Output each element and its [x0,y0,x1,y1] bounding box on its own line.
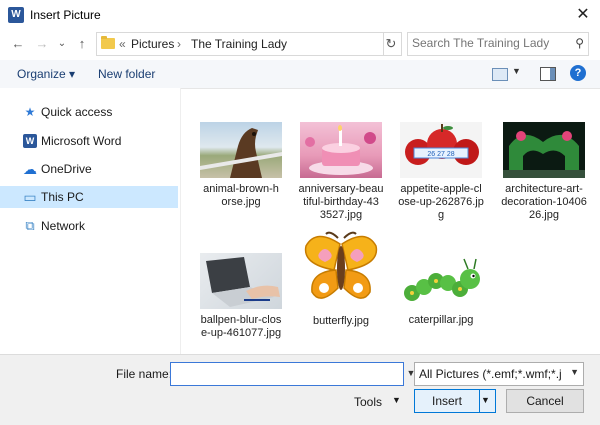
close-button[interactable]: ✕ [566,0,600,30]
address-bar[interactable]: « Pictures › The Training Lady [96,32,384,56]
search-box[interactable]: ⚲ [407,32,589,56]
preview-pane-icon[interactable] [540,67,556,81]
thumbnail-caterpillar [400,253,482,309]
file-name: appetite-apple-cl ose-up-262876.jp g [398,183,484,221]
folder-icon [101,36,115,49]
sidebar-item-quick-access[interactable]: ★ Quick access [0,101,178,123]
breadcrumb-current[interactable]: The Training Lady [191,37,287,51]
file-name: ballpen-blur-clos e-up-461077.jpg [200,314,282,339]
organize-button[interactable]: Organize ▾ [17,67,75,81]
search-input[interactable] [412,36,562,50]
cancel-button[interactable]: Cancel [506,389,584,413]
forward-icon[interactable]: → [34,36,50,52]
file-name: anniversary-beau tiful-birthday-43 3527.jp… [298,183,384,221]
help-icon[interactable]: ? [570,65,586,81]
file-name: butterfly.jpg [312,315,370,327]
thumbnail-birthday-cake [300,122,382,178]
file-name: caterpillar.jpg [408,314,474,326]
word-icon: W [23,134,37,148]
window-title: Insert Picture [30,8,101,22]
back-icon[interactable]: ← [10,36,26,52]
insert-options-arrow-icon[interactable]: ▼ [481,395,490,405]
word-app-icon: W [8,7,24,23]
navigation-pane: ★ Quick access W Microsoft Word ☁ OneDri… [0,88,181,354]
file-name-label: File name: [116,367,173,381]
sidebar-item-label: This PC [41,190,84,204]
sidebar-item-label: Network [41,219,86,233]
up-icon[interactable]: ↑ [74,36,90,52]
recent-locations-icon[interactable]: ⌄ [54,36,70,52]
thumbnail-butterfly [300,230,382,309]
computer-icon: ▭ [23,189,37,205]
insert-button[interactable]: Insert ▼ [414,389,496,413]
file-type-selected: All Pictures (*.emf;*.wmf;*.jpg;* [419,367,561,381]
file-name-input[interactable] [174,366,398,380]
breadcrumb-separator[interactable]: › [177,37,181,51]
refresh-icon[interactable]: ↻ [381,32,402,56]
tools-button[interactable]: Tools [354,395,382,409]
change-view-icon[interactable] [492,68,508,81]
command-toolbar [0,60,600,89]
thumbnail-apples: 26 27 28 [400,122,482,178]
view-options-arrow-icon[interactable]: ▼ [512,66,521,76]
file-name: animal-brown-h orse.jpg [203,183,279,208]
thumbnail-laptop-hands [200,253,282,309]
cloud-icon: ☁ [23,161,37,177]
breadcrumb-overflow[interactable]: « [119,37,126,51]
file-name-box[interactable] [170,362,404,386]
breadcrumb-pictures[interactable]: Pictures [131,37,174,51]
thumbnail-horse [200,122,282,178]
sidebar-item-label: Microsoft Word [41,134,122,148]
sidebar-item-label: Quick access [41,105,113,119]
thumbnail-garden-arch [503,122,585,178]
chevron-down-icon: ▼ [570,367,579,377]
sidebar-item-network[interactable]: ⧉ Network [0,215,178,237]
star-icon: ★ [24,105,36,119]
thumbnail-caption: 26 27 28 [427,151,454,158]
file-name: architecture-art-decoration-10406 26.jpg [501,183,587,221]
search-icon: ⚲ [575,36,584,50]
tools-arrow-icon[interactable]: ▼ [392,395,401,405]
sidebar-item-microsoft-word[interactable]: W Microsoft Word [0,130,178,152]
sidebar-item-label: OneDrive [41,162,92,176]
sidebar-item-onedrive[interactable]: ☁ OneDrive [0,158,178,180]
insert-button-label: Insert [431,394,462,408]
new-folder-button[interactable]: New folder [98,67,155,81]
sidebar-item-this-pc[interactable]: ▭ This PC [0,186,178,208]
file-type-select[interactable]: All Pictures (*.emf;*.wmf;*.jpg;* ▼ [414,362,584,386]
network-icon: ⧉ [25,218,35,233]
insert-split-divider [479,390,480,412]
